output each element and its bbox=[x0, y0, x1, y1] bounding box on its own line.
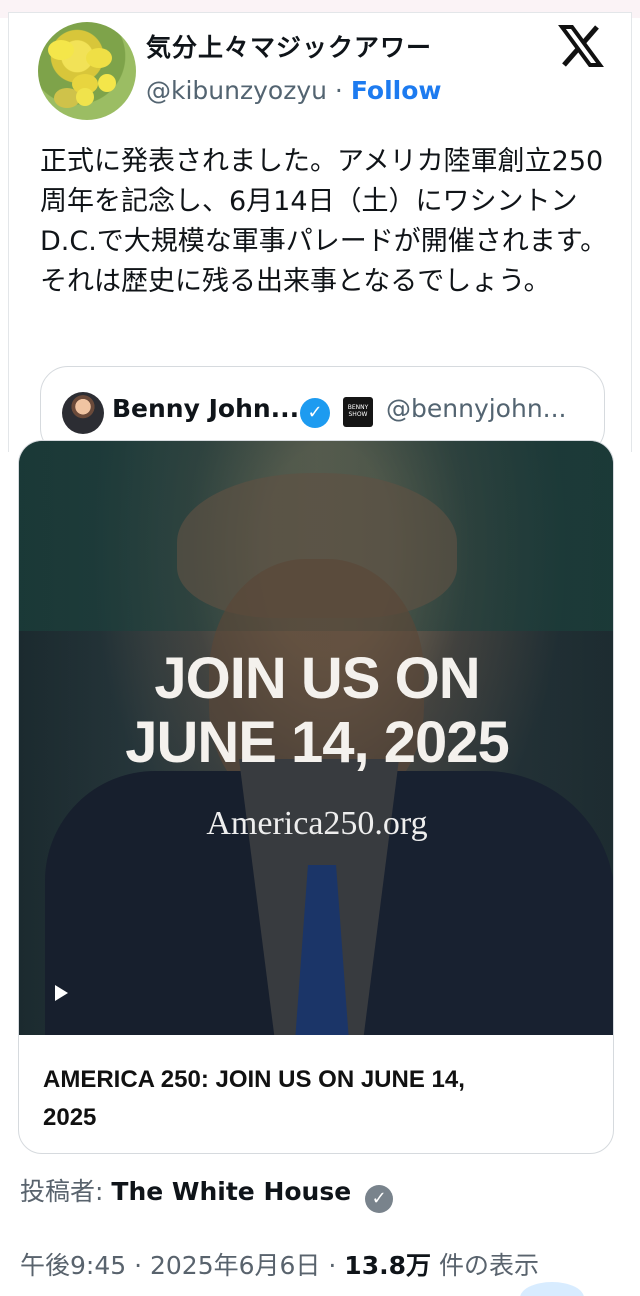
video-thumbnail[interactable]: JOIN US ON JUNE 14, 2025 America250.org bbox=[19, 441, 613, 1035]
handle-separator: · bbox=[334, 76, 343, 105]
meta-separator-1: · bbox=[134, 1251, 143, 1280]
play-icon[interactable] bbox=[55, 985, 68, 1001]
gray-verified-icon: ✓ bbox=[365, 1185, 394, 1213]
card-title-line-1: AMERICA 250: JOIN US ON JUNE 14, bbox=[43, 1066, 465, 1093]
follow-button[interactable]: Follow bbox=[351, 76, 442, 105]
card-title-line-2: 2025 bbox=[43, 1104, 97, 1131]
posted-by-label: 投稿者: bbox=[20, 1177, 104, 1206]
video-headline: JOIN US ON JUNE 14, 2025 bbox=[19, 646, 613, 775]
video-url-text: America250.org bbox=[206, 805, 428, 842]
handle-row: @kibunzyozyu · Follow bbox=[146, 76, 441, 105]
meta-separator-2: · bbox=[328, 1251, 337, 1280]
tweet-time[interactable]: 午後9:45 bbox=[20, 1251, 126, 1280]
tweet-text: 正式に発表されました。アメリカ陸軍創立250周年を記念し、6月14日（土）にワシ… bbox=[40, 146, 608, 297]
user-handle[interactable]: @kibunzyozyu bbox=[146, 76, 327, 105]
view-count-label: 件の表示 bbox=[438, 1251, 539, 1280]
posted-by-name[interactable]: The White House bbox=[111, 1177, 351, 1206]
tweet-date[interactable]: 2025年6月6日 bbox=[150, 1251, 320, 1280]
bottom-action-bubble[interactable] bbox=[520, 1282, 584, 1296]
quoted-user-avatar[interactable] bbox=[62, 392, 104, 434]
tweet-metadata: 午後9:45 · 2025年6月6日 · 13.8万 件の表示 bbox=[20, 1246, 539, 1282]
quoted-user-name[interactable]: Benny John... bbox=[112, 394, 299, 423]
display-name[interactable]: 気分上々マジックアワー bbox=[146, 28, 432, 64]
verified-badge-icon: ✓ bbox=[300, 398, 330, 428]
headline-line-1: JOIN US ON bbox=[154, 646, 480, 711]
quoted-user-handle[interactable]: @bennyjohn... bbox=[386, 394, 567, 423]
card-title[interactable]: AMERICA 250: JOIN US ON JUNE 14, 2025 bbox=[43, 1061, 583, 1137]
posted-by-row: 投稿者: The White House ✓ bbox=[20, 1172, 394, 1213]
view-count: 13.8万 bbox=[344, 1251, 431, 1280]
media-card[interactable]: JOIN US ON JUNE 14, 2025 America250.org … bbox=[18, 440, 614, 1154]
x-logo-icon[interactable] bbox=[558, 24, 604, 68]
show-badge-icon: BENNY SHOW bbox=[343, 397, 373, 427]
user-avatar[interactable] bbox=[38, 22, 136, 120]
headline-line-2: JUNE 14, 2025 bbox=[125, 710, 510, 775]
